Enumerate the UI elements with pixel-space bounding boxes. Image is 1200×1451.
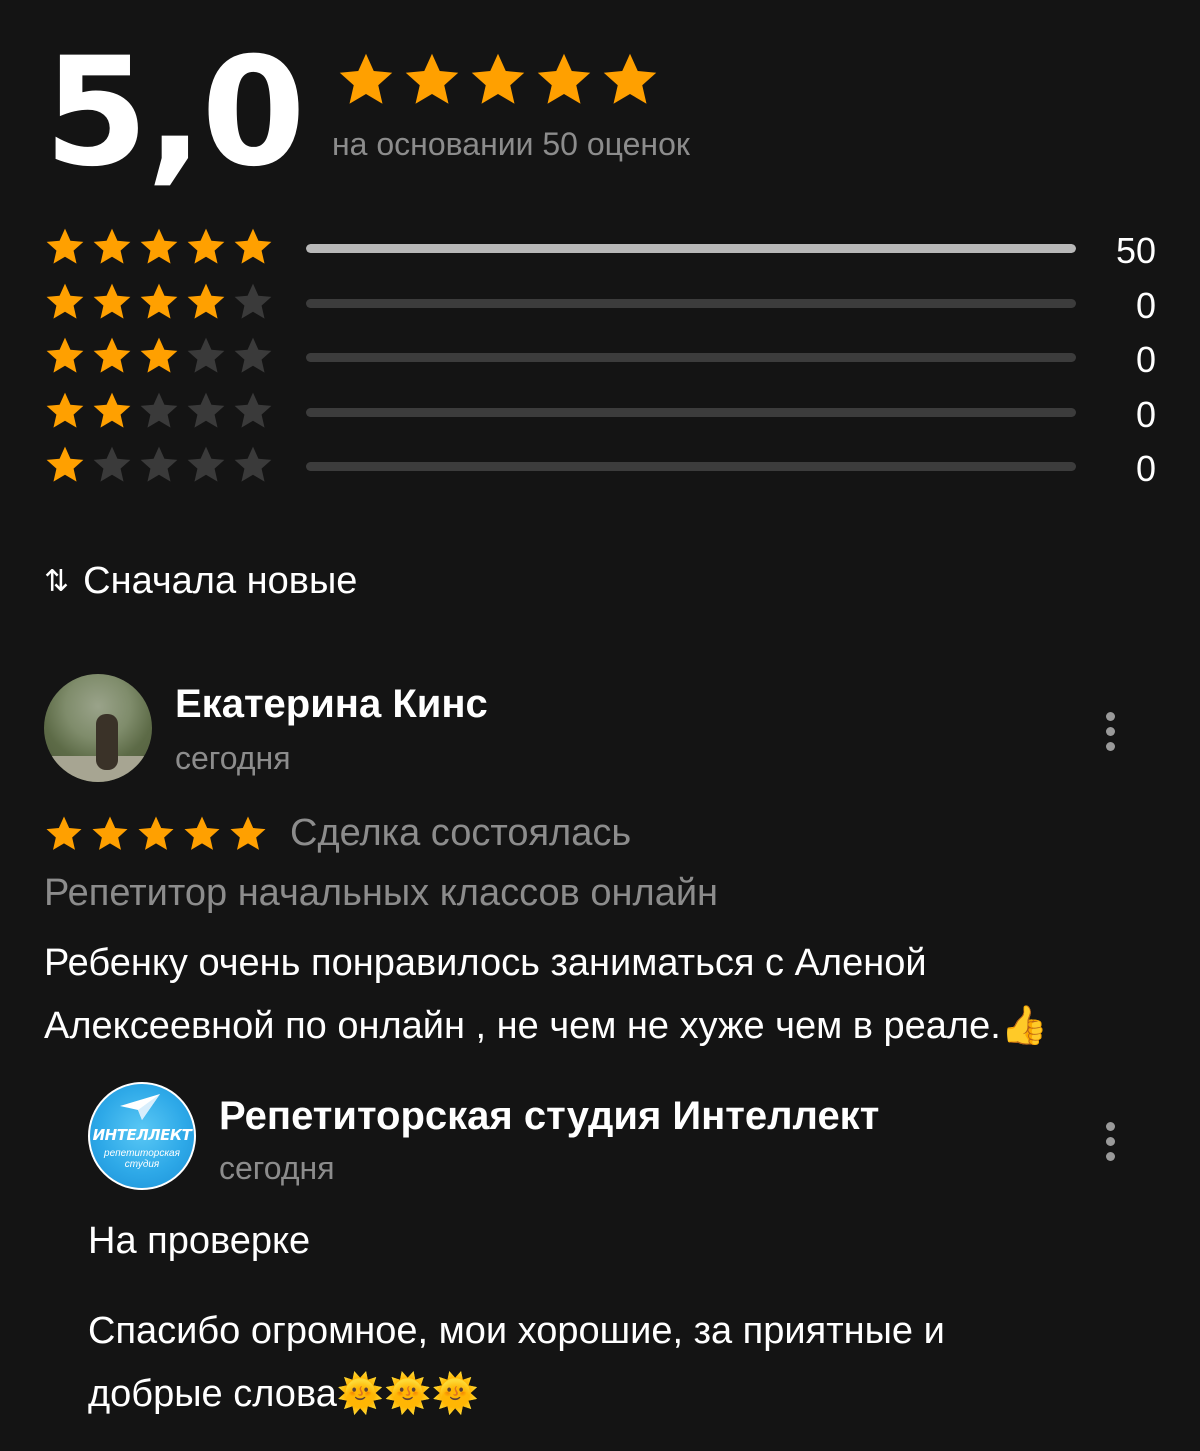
star-empty-icon (185, 335, 227, 377)
star-empty-icon (185, 444, 227, 486)
average-rating: 5,0 (44, 26, 306, 200)
star-filled-icon (138, 226, 180, 268)
distribution-row-5[interactable]: 50 (44, 226, 1156, 281)
star-filled-icon (336, 50, 396, 110)
distribution-count: 0 (1135, 448, 1156, 489)
distribution-bar-fill (306, 244, 1076, 253)
avatar-photo-figure (96, 714, 118, 770)
reply-text: Спасибо огромное, мои хорошие, за приятн… (88, 1300, 1088, 1425)
star-filled-icon (91, 390, 133, 432)
reply-date: сегодня (219, 1150, 335, 1186)
thumbs-up-emoji: 👍 (1000, 1003, 1049, 1047)
star-empty-icon (232, 335, 274, 377)
review-stars (44, 814, 268, 854)
review-date: сегодня (175, 740, 291, 776)
distribution-bar-track (306, 407, 1076, 417)
summary-stars (336, 50, 660, 110)
star-filled-icon (44, 444, 86, 486)
distribution-row-3[interactable]: 0 (44, 335, 1156, 390)
star-filled-icon (90, 814, 130, 854)
distribution-bar-track (306, 298, 1076, 308)
avatar[interactable] (44, 674, 152, 782)
reply-text-body: Спасибо огромное, мои хорошие, за приятн… (88, 1310, 945, 1415)
star-empty-icon (138, 390, 180, 432)
sort-arrows-icon: ⇅ (44, 565, 69, 598)
distribution-bar-track (306, 244, 1076, 253)
logo-subtext: репетиторская студия (104, 1148, 180, 1170)
reply-author[interactable]: Репетиторская студия Интеллект (219, 1094, 879, 1139)
star-filled-icon (402, 50, 462, 110)
more-dot-icon (1106, 712, 1115, 721)
row-stars (44, 390, 274, 432)
star-filled-icon (232, 226, 274, 268)
moderation-status: На проверке (88, 1220, 311, 1262)
logo-text: ИНТЕЛЛЕКТ (92, 1126, 192, 1144)
row-stars (44, 226, 274, 268)
more-dot-icon (1106, 727, 1115, 736)
star-filled-icon (228, 814, 268, 854)
rating-distribution: 50 0 0 0 0 (44, 226, 1156, 499)
review-service: Репетитор начальных классов онлайн (44, 872, 719, 914)
distribution-row-4[interactable]: 0 (44, 281, 1156, 336)
distribution-count: 50 (1115, 230, 1156, 271)
reply-more-options-button[interactable] (1106, 1122, 1120, 1161)
star-filled-icon (91, 335, 133, 377)
distribution-bar-track (306, 462, 1076, 471)
star-empty-icon (138, 444, 180, 486)
star-filled-icon (44, 814, 84, 854)
paper-plane-icon (120, 1094, 160, 1120)
row-stars (44, 335, 274, 377)
star-filled-icon (44, 226, 86, 268)
star-filled-icon (138, 281, 180, 323)
star-filled-icon (44, 281, 86, 323)
distribution-row-2[interactable]: 0 (44, 390, 1156, 445)
star-filled-icon (138, 335, 180, 377)
row-stars (44, 281, 274, 323)
more-dot-icon (1106, 1122, 1115, 1131)
distribution-count: 0 (1135, 284, 1156, 326)
more-dot-icon (1106, 1152, 1115, 1161)
star-empty-icon (91, 444, 133, 486)
star-filled-icon (534, 50, 594, 110)
star-filled-icon (91, 226, 133, 268)
distribution-count: 0 (1135, 393, 1156, 435)
distribution-bar-track (306, 353, 1076, 362)
star-empty-icon (232, 444, 274, 486)
star-empty-icon (232, 281, 274, 323)
star-filled-icon (185, 281, 227, 323)
review-author[interactable]: Екатерина Кинс (175, 682, 488, 727)
review-text-body: Ребенку очень понравилось заниматься с А… (44, 942, 1001, 1047)
ratings-count-label: на основании 50 оценок (332, 126, 690, 162)
star-filled-icon (468, 50, 528, 110)
star-filled-icon (44, 390, 86, 432)
star-filled-icon (44, 335, 86, 377)
review-text: Ребенку очень понравилось заниматься с А… (44, 932, 1156, 1057)
star-empty-icon (185, 390, 227, 432)
star-filled-icon (182, 814, 222, 854)
distribution-row-1[interactable]: 0 (44, 444, 1156, 499)
sort-label: Сначала новые (83, 560, 358, 602)
star-filled-icon (600, 50, 660, 110)
more-dot-icon (1106, 1137, 1115, 1146)
row-stars (44, 444, 274, 486)
star-filled-icon (91, 281, 133, 323)
sort-button[interactable]: ⇅ Сначала новые (44, 560, 357, 603)
deal-status: Сделка состоялась (290, 812, 632, 854)
sun-emoji: 🌞🌞🌞 (336, 1371, 479, 1415)
star-filled-icon (185, 226, 227, 268)
more-dot-icon (1106, 742, 1115, 751)
star-filled-icon (136, 814, 176, 854)
studio-logo[interactable]: ИНТЕЛЛЕКТ репетиторская студия (88, 1082, 196, 1190)
star-empty-icon (232, 390, 274, 432)
distribution-count: 0 (1135, 339, 1156, 380)
review-more-options-button[interactable] (1106, 712, 1120, 751)
